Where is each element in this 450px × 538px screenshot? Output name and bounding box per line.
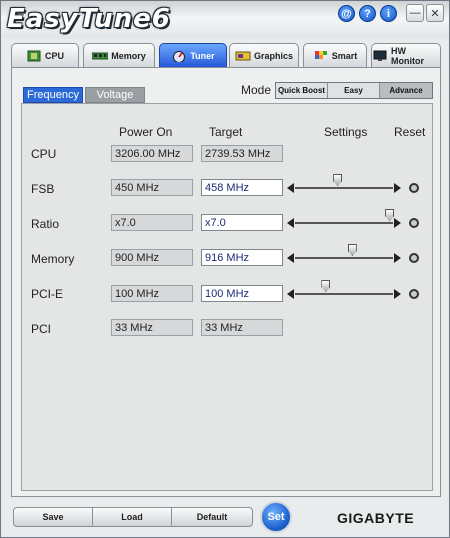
load-button[interactable]: Load — [93, 508, 171, 526]
memory-slider[interactable] — [287, 244, 401, 266]
help-icon[interactable]: ? — [359, 5, 376, 22]
mode-easy-button[interactable]: Easy — [328, 83, 380, 98]
main-tabs: CPU Memory Tuner Graphics Smart HW Monit… — [11, 43, 441, 67]
column-header-target: Target — [209, 125, 243, 139]
slider-track[interactable] — [295, 187, 393, 189]
pcie-power-on-value: 100 MHz — [111, 285, 193, 302]
pci-power-on-value: 33 MHz — [111, 319, 193, 336]
set-button[interactable]: Set — [260, 501, 292, 533]
memory-module-icon — [91, 50, 109, 62]
slider-left-arrow-icon[interactable] — [287, 289, 294, 299]
ratio-target-input[interactable]: x7.0 — [201, 214, 283, 231]
mode-selector: Quick Boost Easy Advance — [275, 82, 433, 99]
cpu-target-value: 2739.53 MHz — [201, 145, 283, 162]
tab-cpu[interactable]: CPU — [11, 43, 79, 67]
web-link-icon[interactable]: @ — [338, 5, 355, 22]
slider-right-arrow-icon[interactable] — [394, 183, 401, 193]
fsb-power-on-value: 450 MHz — [111, 179, 193, 196]
row-label-pci: PCI — [31, 322, 52, 336]
slider-thumb[interactable] — [333, 174, 343, 186]
tab-label: Graphics — [253, 50, 293, 61]
pcie-target-input[interactable]: 100 MHz — [201, 285, 283, 302]
tab-memory[interactable]: Memory — [83, 43, 155, 67]
column-header-settings: Settings — [324, 125, 368, 139]
tab-label: Memory — [111, 50, 146, 61]
tab-label: CPU — [44, 50, 64, 61]
cpu-power-on-value: 3206.00 MHz — [111, 145, 193, 162]
row-label-pci-e: PCI-E — [31, 287, 64, 301]
mode-quick-boost-button[interactable]: Quick Boost — [276, 83, 328, 98]
tab-graphics[interactable]: Graphics — [229, 43, 299, 67]
info-icon[interactable]: i — [380, 5, 397, 22]
slider-track[interactable] — [295, 222, 393, 224]
ratio-slider[interactable] — [287, 209, 401, 231]
fsb-slider[interactable] — [287, 174, 401, 196]
memory-power-on-value: 900 MHz — [111, 249, 193, 266]
fsb-target-input[interactable]: 458 MHz — [201, 179, 283, 196]
slider-left-arrow-icon[interactable] — [287, 218, 294, 228]
gigabyte-logo: GIGABYTE — [337, 510, 415, 526]
row-label-ratio: Ratio — [31, 217, 60, 231]
graphics-card-icon — [235, 50, 251, 62]
fsb-reset-button[interactable] — [409, 183, 419, 193]
column-header-reset: Reset — [394, 125, 426, 139]
slider-thumb[interactable] — [385, 209, 395, 221]
pcie-reset-button[interactable] — [409, 289, 419, 299]
row-label-memory: Memory — [31, 252, 75, 266]
tab-hw-monitor[interactable]: HW Monitor — [371, 43, 441, 67]
slider-right-arrow-icon[interactable] — [394, 218, 401, 228]
subtab-voltage[interactable]: Voltage — [85, 87, 145, 103]
tab-label: HW Monitor — [391, 45, 424, 66]
memory-target-input[interactable]: 916 MHz — [201, 249, 283, 266]
tab-smart[interactable]: Smart — [303, 43, 367, 67]
slider-thumb[interactable] — [321, 280, 331, 292]
slider-left-arrow-icon[interactable] — [287, 253, 294, 263]
monitor-icon — [372, 50, 388, 62]
tab-label: Smart — [331, 50, 358, 61]
ratio-reset-button[interactable] — [409, 218, 419, 228]
app-logo: EasyTune6 — [7, 4, 171, 34]
close-button[interactable]: ✕ — [426, 4, 444, 22]
slider-track[interactable] — [295, 257, 393, 259]
mode-label: Mode — [241, 83, 272, 97]
speedometer-icon — [171, 50, 187, 63]
slider-track[interactable] — [295, 293, 393, 295]
slider-right-arrow-icon[interactable] — [394, 289, 401, 299]
easytune-window: EasyTune6 @ ? i — ✕ CPU Memory Tuner Gra… — [0, 0, 450, 538]
cpu-chip-icon — [26, 50, 42, 62]
tab-tuner[interactable]: Tuner — [159, 43, 227, 67]
smart-cube-icon — [313, 50, 329, 62]
title-bar: EasyTune6 @ ? i — ✕ — [1, 1, 449, 39]
default-button[interactable]: Default — [172, 508, 252, 526]
slider-thumb[interactable] — [347, 244, 357, 256]
slider-right-arrow-icon[interactable] — [394, 253, 401, 263]
save-button[interactable]: Save — [14, 508, 92, 526]
row-label-cpu: CPU — [31, 147, 57, 161]
tab-label: Tuner — [190, 50, 215, 61]
memory-reset-button[interactable] — [409, 253, 419, 263]
column-header-power-on: Power On — [119, 125, 173, 139]
minimize-button[interactable]: — — [406, 4, 424, 22]
bottom-button-bar: Save Load Default — [13, 507, 253, 527]
row-label-fsb: FSB — [31, 182, 55, 196]
slider-left-arrow-icon[interactable] — [287, 183, 294, 193]
mode-advance-button[interactable]: Advance — [380, 83, 432, 98]
ratio-power-on-value: x7.0 — [111, 214, 193, 231]
pcie-slider[interactable] — [287, 280, 401, 302]
subtab-frequency[interactable]: Frequency — [23, 87, 83, 103]
pci-target-value: 33 MHz — [201, 319, 283, 336]
